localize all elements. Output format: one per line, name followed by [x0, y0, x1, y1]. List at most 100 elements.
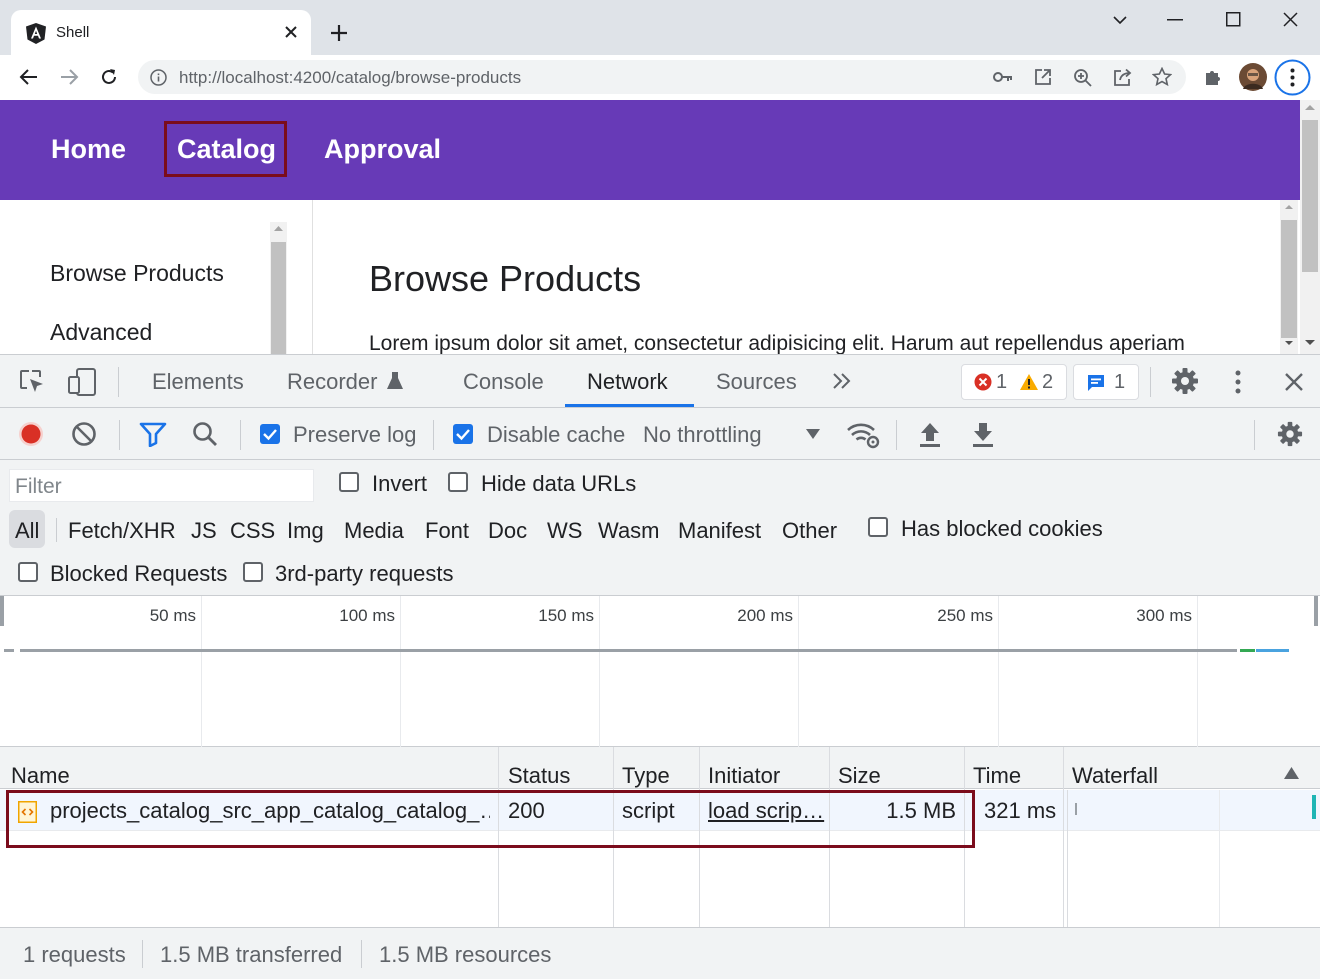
- divider: [56, 518, 57, 542]
- timeline-window-handle[interactable]: [1314, 596, 1318, 626]
- tab-network[interactable]: Network: [587, 369, 668, 395]
- extensions-icon[interactable]: [1203, 67, 1223, 87]
- waterfall-bar-download: [1312, 795, 1316, 819]
- type-filter-fetch-xhr[interactable]: Fetch/XHR: [68, 518, 176, 544]
- throttling-select[interactable]: No throttling: [643, 422, 762, 448]
- back-icon[interactable]: [19, 67, 39, 87]
- type-filter-other[interactable]: Other: [782, 518, 837, 544]
- tab-search-icon[interactable]: [1112, 12, 1128, 28]
- app-navbar: Home Catalog Approval: [0, 100, 1300, 200]
- network-conditions-icon[interactable]: [846, 421, 880, 449]
- search-icon[interactable]: [192, 421, 218, 447]
- address-bar[interactable]: http://localhost:4200/catalog/browse-pro…: [138, 60, 1186, 94]
- summary-transferred: 1.5 MB transferred: [160, 942, 343, 967]
- more-options-icon[interactable]: [1229, 368, 1247, 396]
- key-icon[interactable]: [993, 69, 1013, 85]
- third-party-checkbox[interactable]: [243, 562, 263, 582]
- new-tab-icon[interactable]: [330, 24, 348, 42]
- sidenav-scroll-thumb[interactable]: [271, 242, 286, 354]
- type-filter-wasm[interactable]: Wasm: [598, 518, 660, 544]
- disable-cache-checkbox[interactable]: [453, 424, 473, 444]
- warning-count: 2: [1042, 371, 1054, 393]
- tab-close-icon[interactable]: [283, 24, 299, 40]
- type-filter-all[interactable]: All: [15, 518, 39, 544]
- inspect-element-icon[interactable]: [18, 368, 46, 396]
- info-icon[interactable]: [150, 69, 167, 86]
- divider: [119, 420, 120, 450]
- content-scrollbar[interactable]: [1280, 200, 1298, 354]
- chrome-menu-icon[interactable]: [1274, 59, 1311, 96]
- column-header-status[interactable]: Status: [508, 763, 570, 789]
- preserve-log-checkbox[interactable]: [260, 424, 280, 444]
- timeline-gridline: [599, 596, 600, 747]
- content-scroll-thumb[interactable]: [1281, 220, 1297, 338]
- column-header-size[interactable]: Size: [838, 763, 881, 789]
- timeline-window-handle[interactable]: [0, 596, 4, 626]
- window-scrollbar[interactable]: [1300, 100, 1320, 354]
- open-external-icon[interactable]: [1034, 68, 1052, 86]
- close-devtools-icon[interactable]: [1284, 372, 1304, 392]
- column-divider[interactable]: [1063, 747, 1064, 927]
- settings-gear-icon[interactable]: [1171, 367, 1199, 395]
- hide-data-urls-checkbox[interactable]: [448, 472, 468, 492]
- column-header-waterfall[interactable]: Waterfall: [1072, 763, 1158, 789]
- angular-icon: [26, 23, 46, 44]
- type-filter-ws[interactable]: WS: [547, 518, 582, 544]
- devtools-panel: Elements Recorder Console Network Source…: [0, 354, 1320, 979]
- type-filter-media[interactable]: Media: [344, 518, 404, 544]
- profile-avatar[interactable]: [1239, 63, 1267, 91]
- summary-requests: 1 requests: [23, 942, 126, 967]
- record-button[interactable]: [18, 421, 44, 447]
- nav-home-link[interactable]: Home: [51, 134, 126, 165]
- type-filter-manifest[interactable]: Manifest: [678, 518, 761, 544]
- type-filter-doc[interactable]: Doc: [488, 518, 527, 544]
- issues-counter[interactable]: 1 2: [961, 364, 1067, 400]
- type-filter-font[interactable]: Font: [425, 518, 469, 544]
- filter-input[interactable]: Filter: [9, 469, 314, 502]
- column-header-initiator[interactable]: Initiator: [708, 763, 780, 789]
- blocked-requests-checkbox[interactable]: [18, 562, 38, 582]
- reload-icon[interactable]: [99, 67, 119, 87]
- type-filter-js[interactable]: JS: [191, 518, 217, 544]
- close-window-icon[interactable]: [1283, 12, 1298, 27]
- bookmark-star-icon[interactable]: [1152, 67, 1172, 87]
- browser-toolbar: http://localhost:4200/catalog/browse-pro…: [0, 55, 1320, 100]
- network-settings-icon[interactable]: [1277, 421, 1303, 447]
- export-har-icon[interactable]: [971, 420, 995, 448]
- column-header-name[interactable]: Name: [11, 763, 70, 789]
- timeline-overview[interactable]: 50 ms 100 ms 150 ms 200 ms 250 ms 300 ms: [0, 596, 1320, 747]
- tab-recorder[interactable]: Recorder: [287, 369, 377, 395]
- invert-label: Invert: [372, 471, 428, 496]
- sidenav-scrollbar[interactable]: [270, 222, 287, 354]
- device-toolbar-icon[interactable]: [66, 367, 98, 397]
- tab-sources[interactable]: Sources: [716, 369, 797, 395]
- import-har-icon[interactable]: [918, 420, 942, 448]
- nav-approval-link[interactable]: Approval: [324, 134, 441, 165]
- messages-counter[interactable]: 1: [1073, 364, 1139, 400]
- sidenav-item-advanced[interactable]: Advanced: [50, 319, 152, 346]
- more-tabs-icon[interactable]: [832, 372, 852, 390]
- invert-checkbox[interactable]: [339, 472, 359, 492]
- share-icon[interactable]: [1113, 68, 1132, 87]
- column-header-time[interactable]: Time: [973, 763, 1021, 789]
- has-blocked-cookies-checkbox[interactable]: [868, 517, 888, 537]
- clear-icon[interactable]: [71, 421, 97, 447]
- maximize-icon[interactable]: [1226, 12, 1241, 27]
- chevron-down-icon[interactable]: [805, 428, 821, 440]
- column-header-type[interactable]: Type: [622, 763, 670, 789]
- browser-tab[interactable]: Shell: [11, 10, 311, 55]
- tab-console[interactable]: Console: [463, 369, 544, 395]
- forward-icon[interactable]: [59, 67, 79, 87]
- timeline-tick-label: 50 ms: [149, 606, 196, 625]
- filter-bar: Filter Invert Hide data URLs All Fetch/X…: [0, 460, 1320, 596]
- sidenav-item-browse-products[interactable]: Browse Products: [50, 260, 224, 287]
- window-scroll-thumb[interactable]: [1302, 120, 1318, 272]
- sort-ascending-icon[interactable]: [1283, 766, 1300, 780]
- zoom-icon[interactable]: [1073, 68, 1092, 87]
- message-count: 1: [1114, 371, 1126, 393]
- minimize-icon[interactable]: [1167, 19, 1183, 21]
- tab-elements[interactable]: Elements: [152, 369, 244, 395]
- type-filter-css[interactable]: CSS: [230, 518, 275, 544]
- filter-icon[interactable]: [139, 421, 167, 447]
- type-filter-img[interactable]: Img: [287, 518, 324, 544]
